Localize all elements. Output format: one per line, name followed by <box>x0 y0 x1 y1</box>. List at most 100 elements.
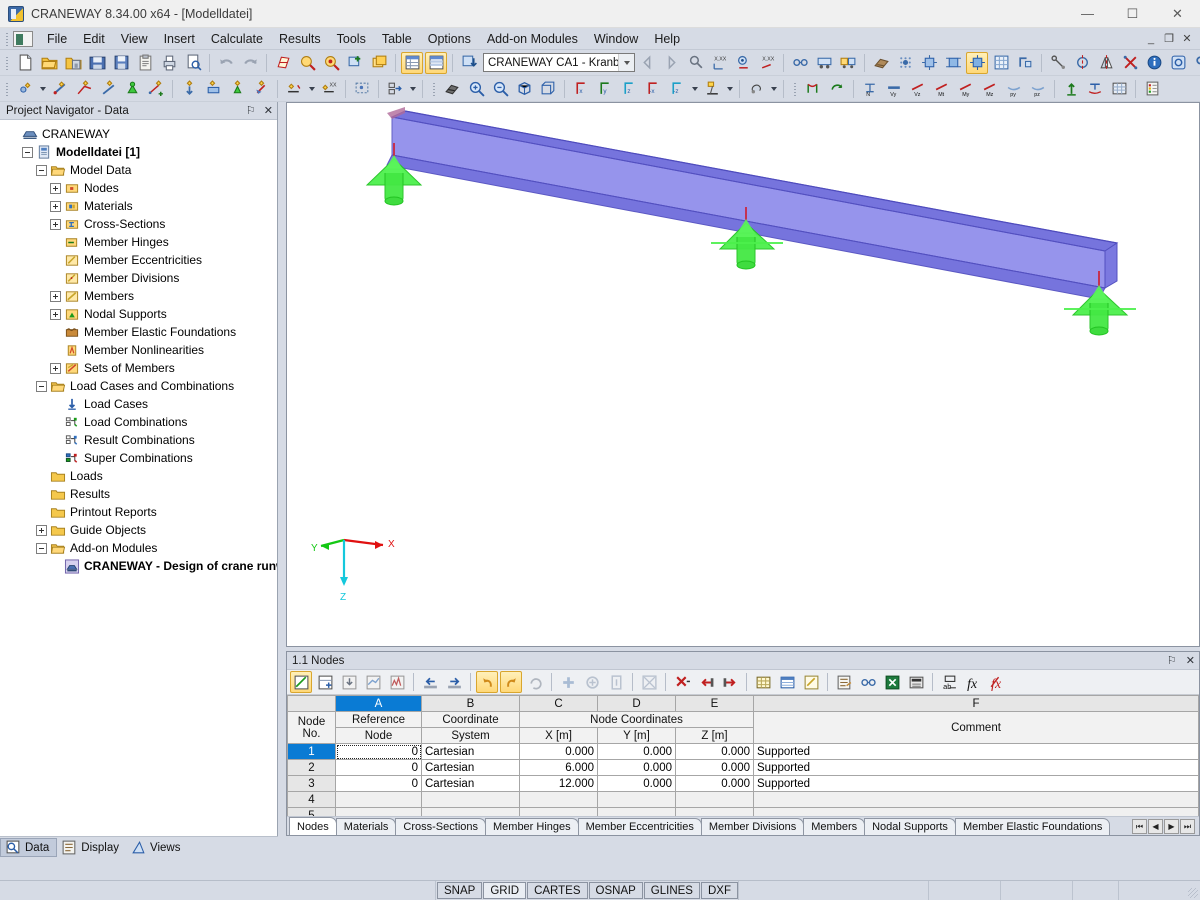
undo-icon[interactable] <box>476 671 498 693</box>
cell-z[interactable]: 0.000 <box>675 743 754 760</box>
table-row[interactable]: 3 0 Cartesian 12.000 0.000 0.000 Supported <box>287 775 1199 792</box>
add3-icon[interactable] <box>605 671 627 693</box>
model2-icon[interactable] <box>942 52 964 74</box>
menu-edit[interactable]: Edit <box>75 30 113 48</box>
support-icon[interactable] <box>121 78 143 100</box>
member-load-icon[interactable] <box>226 78 248 100</box>
cell-x[interactable] <box>519 807 598 816</box>
table-tabs[interactable]: Nodes Materials Cross-Sections Member Hinge… <box>287 816 1199 835</box>
tree-item-cross-sections[interactable]: Cross-Sections <box>4 215 277 233</box>
rotate-icon[interactable] <box>745 78 767 100</box>
row-header[interactable]: 3 <box>287 775 336 792</box>
tree-item-sets-of-members[interactable]: Sets of Members <box>4 359 277 377</box>
table-tab-member-divisions[interactable]: Member Divisions <box>700 818 805 835</box>
grid-icon[interactable] <box>990 52 1012 74</box>
tab-next-button[interactable]: ▶ <box>1164 819 1179 834</box>
expand-icon[interactable] <box>50 182 61 194</box>
toolbar-grip-1[interactable] <box>3 55 11 71</box>
model-icon[interactable] <box>918 52 940 74</box>
tree-item-model-data[interactable]: Model Data <box>4 161 277 179</box>
tree-item-modelldatei-1[interactable]: Modelldatei [1] <box>4 143 277 161</box>
delete-right-icon[interactable] <box>719 671 741 693</box>
copy-move-icon[interactable] <box>384 78 406 100</box>
tree-item-super-combinations[interactable]: Super Combinations <box>4 449 277 467</box>
excel-icon[interactable] <box>881 671 903 693</box>
view-negz-icon[interactable]: -z <box>666 78 688 100</box>
close-button[interactable]: ✕ <box>1155 0 1200 28</box>
member2-icon[interactable] <box>97 78 119 100</box>
tree-item-printout-reports[interactable]: Printout Reports <box>4 503 277 521</box>
glasses-icon[interactable] <box>857 671 879 693</box>
mdi-restore-button[interactable]: ❐ <box>1161 31 1177 47</box>
collapse-icon[interactable] <box>36 164 47 176</box>
tree-item-member-eccentricities[interactable]: Member Eccentricities <box>4 251 277 269</box>
cell-comment[interactable]: Supported <box>753 775 1199 792</box>
view-z-icon[interactable]: z <box>618 78 640 100</box>
pin-icon[interactable]: ⚐ <box>246 104 256 117</box>
props-icon[interactable] <box>1167 52 1189 74</box>
status-button-dxf[interactable]: DXF <box>700 882 738 899</box>
deform-pz-icon[interactable]: pz <box>1027 78 1049 100</box>
menu-grip[interactable] <box>3 31 11 47</box>
tree-item-nodal-supports[interactable]: Nodal Supports <box>4 305 277 323</box>
deform-py-icon[interactable]: py <box>1003 78 1025 100</box>
zoom-in-icon[interactable] <box>465 78 487 100</box>
tab-last-button[interactable]: ⏭ <box>1180 819 1195 834</box>
tree-item-member-hinges[interactable]: Member Hinges <box>4 233 277 251</box>
cell-reference-node[interactable]: 0 <box>335 759 422 776</box>
recalc-icon[interactable] <box>826 78 848 100</box>
maximize-button[interactable]: ☐ <box>1110 0 1155 28</box>
line-icon[interactable] <box>73 78 95 100</box>
tree-item-nodes[interactable]: Nodes <box>4 179 277 197</box>
tree-item-guide-objects[interactable]: Guide Objects <box>4 521 277 539</box>
section-icon[interactable] <box>1014 52 1036 74</box>
tab-first-button[interactable]: ⏮ <box>1132 819 1147 834</box>
cell-z[interactable] <box>675 791 754 808</box>
cell-y[interactable]: 0.000 <box>597 759 676 776</box>
cell-x[interactable]: 0.000 <box>519 743 598 760</box>
new-icon[interactable] <box>14 52 36 74</box>
table-tab-member-eccentricities[interactable]: Member Eccentricities <box>577 818 702 835</box>
table-style-icon[interactable] <box>776 671 798 693</box>
node-dropdown-icon[interactable] <box>37 78 48 100</box>
import-icon[interactable] <box>338 671 360 693</box>
toolbar-grip-3[interactable] <box>430 81 438 97</box>
centerline-icon[interactable] <box>1071 52 1093 74</box>
view-x-icon[interactable]: x <box>570 78 592 100</box>
row-header[interactable]: 1 <box>287 743 336 760</box>
value-dim-icon[interactable]: X.XX <box>756 52 778 74</box>
cell-coordinate-system[interactable] <box>421 791 520 808</box>
strain-icon[interactable] <box>1084 78 1106 100</box>
print-preview-icon[interactable] <box>182 52 204 74</box>
render-model-icon[interactable] <box>272 52 294 74</box>
mesh-icon[interactable] <box>870 52 892 74</box>
model-canvas[interactable]: X Y Z <box>287 103 1199 646</box>
cell-y[interactable]: 0.000 <box>597 775 676 792</box>
mdi-close-button[interactable]: ✕ <box>1179 31 1195 47</box>
chart-icon[interactable] <box>386 671 408 693</box>
row-header[interactable]: 4 <box>287 791 336 808</box>
next-table-icon[interactable] <box>443 671 465 693</box>
moment-mz-icon[interactable]: Mz <box>979 78 1001 100</box>
menu-calculate[interactable]: Calculate <box>203 30 271 48</box>
redo-icon[interactable] <box>239 52 261 74</box>
tree-item-materials[interactable]: Materials <box>4 197 277 215</box>
zoom-out-icon[interactable] <box>489 78 511 100</box>
status-button-snap[interactable]: SNAP <box>437 882 483 899</box>
cell-coordinate-system[interactable]: Cartesian <box>421 775 520 792</box>
table-row[interactable]: 2 0 Cartesian 6.000 0.000 0.000 Supported <box>287 759 1199 776</box>
legend-icon[interactable] <box>1141 78 1163 100</box>
snap-grid-icon[interactable] <box>894 52 916 74</box>
moment-my-icon[interactable]: My <box>955 78 977 100</box>
menu-table[interactable]: Table <box>374 30 420 48</box>
status-button-osnap[interactable]: OSNAP <box>588 882 643 899</box>
view-dropdown-icon[interactable] <box>689 78 700 100</box>
toolbar-grip-4[interactable] <box>791 81 799 97</box>
menu-view[interactable]: View <box>113 30 156 48</box>
tree-item-member-divisions[interactable]: Member Divisions <box>4 269 277 287</box>
table-tab-materials[interactable]: Materials <box>335 818 397 835</box>
copy-move-dropdown-icon[interactable] <box>407 78 418 100</box>
deselect-icon[interactable] <box>638 671 660 693</box>
menu-file[interactable]: File <box>39 30 75 48</box>
cell-z[interactable]: 0.000 <box>675 775 754 792</box>
